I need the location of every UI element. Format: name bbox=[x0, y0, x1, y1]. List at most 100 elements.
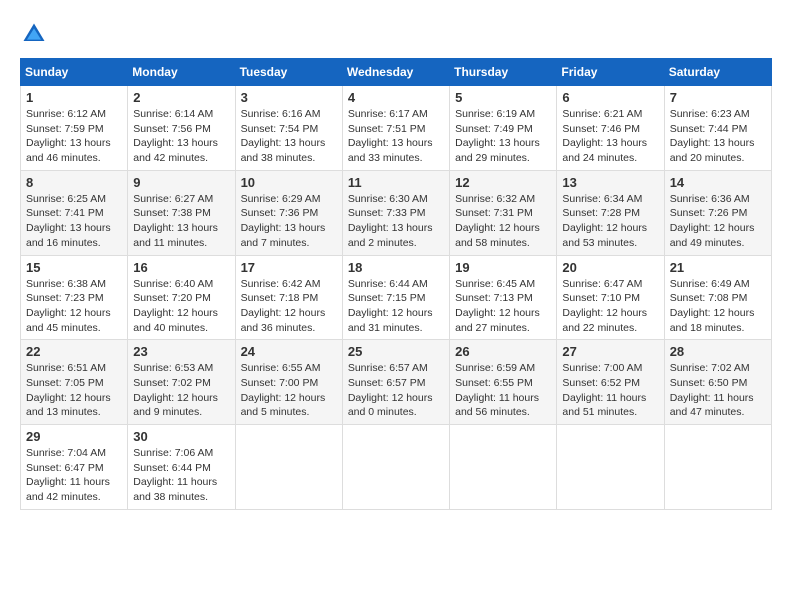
day-info: Sunrise: 7:00 AMSunset: 6:52 PMDaylight:… bbox=[562, 362, 646, 418]
day-info: Sunrise: 6:19 AMSunset: 7:49 PMDaylight:… bbox=[455, 108, 540, 164]
day-info: Sunrise: 6:55 AMSunset: 7:00 PMDaylight:… bbox=[241, 362, 326, 418]
calendar-cell bbox=[557, 425, 664, 510]
calendar-cell: 21 Sunrise: 6:49 AMSunset: 7:08 PMDaylig… bbox=[664, 255, 771, 340]
day-info: Sunrise: 6:44 AMSunset: 7:15 PMDaylight:… bbox=[348, 278, 433, 334]
calendar-cell: 19 Sunrise: 6:45 AMSunset: 7:13 PMDaylig… bbox=[450, 255, 557, 340]
page-header bbox=[20, 20, 772, 48]
day-number: 19 bbox=[455, 260, 551, 275]
calendar-cell: 26 Sunrise: 6:59 AMSunset: 6:55 PMDaylig… bbox=[450, 340, 557, 425]
day-info: Sunrise: 6:29 AMSunset: 7:36 PMDaylight:… bbox=[241, 193, 326, 249]
column-header-tuesday: Tuesday bbox=[235, 59, 342, 86]
day-info: Sunrise: 6:34 AMSunset: 7:28 PMDaylight:… bbox=[562, 193, 647, 249]
day-number: 10 bbox=[241, 175, 337, 190]
day-number: 24 bbox=[241, 344, 337, 359]
calendar-cell: 24 Sunrise: 6:55 AMSunset: 7:00 PMDaylig… bbox=[235, 340, 342, 425]
day-info: Sunrise: 6:17 AMSunset: 7:51 PMDaylight:… bbox=[348, 108, 433, 164]
day-number: 3 bbox=[241, 90, 337, 105]
calendar-cell: 11 Sunrise: 6:30 AMSunset: 7:33 PMDaylig… bbox=[342, 170, 449, 255]
day-info: Sunrise: 6:23 AMSunset: 7:44 PMDaylight:… bbox=[670, 108, 755, 164]
calendar-cell: 7 Sunrise: 6:23 AMSunset: 7:44 PMDayligh… bbox=[664, 86, 771, 171]
day-info: Sunrise: 6:49 AMSunset: 7:08 PMDaylight:… bbox=[670, 278, 755, 334]
calendar-week-row: 1 Sunrise: 6:12 AMSunset: 7:59 PMDayligh… bbox=[21, 86, 772, 171]
day-number: 2 bbox=[133, 90, 229, 105]
calendar-cell: 9 Sunrise: 6:27 AMSunset: 7:38 PMDayligh… bbox=[128, 170, 235, 255]
calendar-cell: 10 Sunrise: 6:29 AMSunset: 7:36 PMDaylig… bbox=[235, 170, 342, 255]
day-info: Sunrise: 6:30 AMSunset: 7:33 PMDaylight:… bbox=[348, 193, 433, 249]
calendar-week-row: 22 Sunrise: 6:51 AMSunset: 7:05 PMDaylig… bbox=[21, 340, 772, 425]
day-info: Sunrise: 6:27 AMSunset: 7:38 PMDaylight:… bbox=[133, 193, 218, 249]
day-info: Sunrise: 6:47 AMSunset: 7:10 PMDaylight:… bbox=[562, 278, 647, 334]
day-info: Sunrise: 6:12 AMSunset: 7:59 PMDaylight:… bbox=[26, 108, 111, 164]
day-info: Sunrise: 6:42 AMSunset: 7:18 PMDaylight:… bbox=[241, 278, 326, 334]
calendar-cell: 3 Sunrise: 6:16 AMSunset: 7:54 PMDayligh… bbox=[235, 86, 342, 171]
calendar-cell: 30 Sunrise: 7:06 AMSunset: 6:44 PMDaylig… bbox=[128, 425, 235, 510]
calendar-cell: 22 Sunrise: 6:51 AMSunset: 7:05 PMDaylig… bbox=[21, 340, 128, 425]
calendar-cell: 8 Sunrise: 6:25 AMSunset: 7:41 PMDayligh… bbox=[21, 170, 128, 255]
column-header-saturday: Saturday bbox=[664, 59, 771, 86]
calendar-cell: 18 Sunrise: 6:44 AMSunset: 7:15 PMDaylig… bbox=[342, 255, 449, 340]
day-number: 4 bbox=[348, 90, 444, 105]
day-number: 21 bbox=[670, 260, 766, 275]
calendar-week-row: 29 Sunrise: 7:04 AMSunset: 6:47 PMDaylig… bbox=[21, 425, 772, 510]
day-number: 30 bbox=[133, 429, 229, 444]
day-info: Sunrise: 6:51 AMSunset: 7:05 PMDaylight:… bbox=[26, 362, 111, 418]
calendar-cell: 17 Sunrise: 6:42 AMSunset: 7:18 PMDaylig… bbox=[235, 255, 342, 340]
day-number: 18 bbox=[348, 260, 444, 275]
day-info: Sunrise: 6:45 AMSunset: 7:13 PMDaylight:… bbox=[455, 278, 540, 334]
calendar-table: SundayMondayTuesdayWednesdayThursdayFrid… bbox=[20, 58, 772, 510]
day-number: 16 bbox=[133, 260, 229, 275]
day-number: 11 bbox=[348, 175, 444, 190]
day-info: Sunrise: 6:57 AMSunset: 6:57 PMDaylight:… bbox=[348, 362, 433, 418]
calendar-cell bbox=[450, 425, 557, 510]
calendar-cell: 13 Sunrise: 6:34 AMSunset: 7:28 PMDaylig… bbox=[557, 170, 664, 255]
calendar-cell: 5 Sunrise: 6:19 AMSunset: 7:49 PMDayligh… bbox=[450, 86, 557, 171]
day-number: 8 bbox=[26, 175, 122, 190]
column-header-monday: Monday bbox=[128, 59, 235, 86]
calendar-cell: 2 Sunrise: 6:14 AMSunset: 7:56 PMDayligh… bbox=[128, 86, 235, 171]
day-number: 9 bbox=[133, 175, 229, 190]
calendar-cell: 27 Sunrise: 7:00 AMSunset: 6:52 PMDaylig… bbox=[557, 340, 664, 425]
day-info: Sunrise: 6:25 AMSunset: 7:41 PMDaylight:… bbox=[26, 193, 111, 249]
day-number: 1 bbox=[26, 90, 122, 105]
logo-icon bbox=[20, 20, 48, 48]
day-number: 28 bbox=[670, 344, 766, 359]
column-header-sunday: Sunday bbox=[21, 59, 128, 86]
day-number: 12 bbox=[455, 175, 551, 190]
calendar-cell: 15 Sunrise: 6:38 AMSunset: 7:23 PMDaylig… bbox=[21, 255, 128, 340]
day-info: Sunrise: 6:36 AMSunset: 7:26 PMDaylight:… bbox=[670, 193, 755, 249]
column-header-thursday: Thursday bbox=[450, 59, 557, 86]
calendar-cell: 20 Sunrise: 6:47 AMSunset: 7:10 PMDaylig… bbox=[557, 255, 664, 340]
calendar-cell: 14 Sunrise: 6:36 AMSunset: 7:26 PMDaylig… bbox=[664, 170, 771, 255]
calendar-cell bbox=[235, 425, 342, 510]
calendar-cell: 4 Sunrise: 6:17 AMSunset: 7:51 PMDayligh… bbox=[342, 86, 449, 171]
day-info: Sunrise: 6:59 AMSunset: 6:55 PMDaylight:… bbox=[455, 362, 539, 418]
calendar-cell: 29 Sunrise: 7:04 AMSunset: 6:47 PMDaylig… bbox=[21, 425, 128, 510]
day-info: Sunrise: 7:04 AMSunset: 6:47 PMDaylight:… bbox=[26, 447, 110, 503]
calendar-cell bbox=[342, 425, 449, 510]
day-info: Sunrise: 6:38 AMSunset: 7:23 PMDaylight:… bbox=[26, 278, 111, 334]
day-number: 23 bbox=[133, 344, 229, 359]
logo bbox=[20, 20, 52, 48]
day-number: 15 bbox=[26, 260, 122, 275]
calendar-cell bbox=[664, 425, 771, 510]
day-number: 7 bbox=[670, 90, 766, 105]
day-number: 5 bbox=[455, 90, 551, 105]
day-info: Sunrise: 6:32 AMSunset: 7:31 PMDaylight:… bbox=[455, 193, 540, 249]
day-number: 25 bbox=[348, 344, 444, 359]
column-header-friday: Friday bbox=[557, 59, 664, 86]
day-number: 29 bbox=[26, 429, 122, 444]
day-info: Sunrise: 6:16 AMSunset: 7:54 PMDaylight:… bbox=[241, 108, 326, 164]
calendar-cell: 1 Sunrise: 6:12 AMSunset: 7:59 PMDayligh… bbox=[21, 86, 128, 171]
day-info: Sunrise: 7:06 AMSunset: 6:44 PMDaylight:… bbox=[133, 447, 217, 503]
column-header-wednesday: Wednesday bbox=[342, 59, 449, 86]
calendar-cell: 28 Sunrise: 7:02 AMSunset: 6:50 PMDaylig… bbox=[664, 340, 771, 425]
day-info: Sunrise: 6:21 AMSunset: 7:46 PMDaylight:… bbox=[562, 108, 647, 164]
day-number: 6 bbox=[562, 90, 658, 105]
day-info: Sunrise: 6:53 AMSunset: 7:02 PMDaylight:… bbox=[133, 362, 218, 418]
calendar-cell: 25 Sunrise: 6:57 AMSunset: 6:57 PMDaylig… bbox=[342, 340, 449, 425]
day-number: 27 bbox=[562, 344, 658, 359]
day-info: Sunrise: 7:02 AMSunset: 6:50 PMDaylight:… bbox=[670, 362, 754, 418]
day-number: 14 bbox=[670, 175, 766, 190]
calendar-cell: 6 Sunrise: 6:21 AMSunset: 7:46 PMDayligh… bbox=[557, 86, 664, 171]
calendar-week-row: 8 Sunrise: 6:25 AMSunset: 7:41 PMDayligh… bbox=[21, 170, 772, 255]
